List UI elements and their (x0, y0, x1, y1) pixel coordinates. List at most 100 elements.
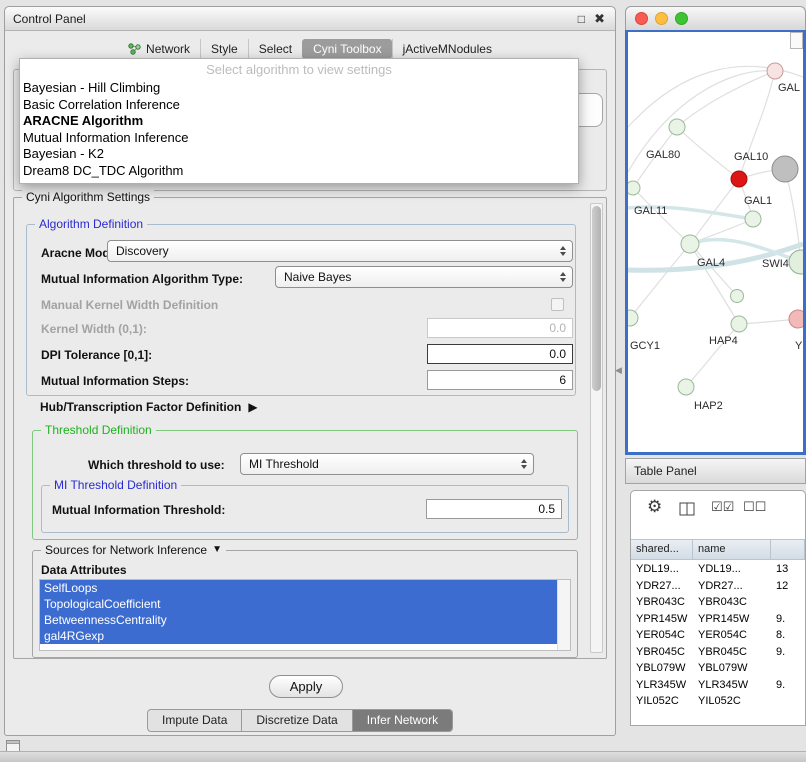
close-button[interactable] (635, 12, 648, 25)
table-row[interactable]: YDL19... YDL19... 13 (631, 561, 805, 578)
mi-steps-field[interactable]: 6 (427, 370, 573, 390)
tab-network[interactable]: Network (118, 39, 200, 59)
hub-section-label: Hub/Transcription Factor Definition (40, 400, 241, 414)
table-row[interactable]: YDR27... YDR27... 12 (631, 578, 805, 595)
dpi-tolerance-label: DPI Tolerance [0,1]: (41, 348, 152, 362)
dropdown-item[interactable]: Dream8 DC_TDC Algorithm (20, 163, 578, 180)
network-node[interactable] (678, 379, 694, 395)
mi-threshold-field[interactable]: 0.5 (426, 499, 562, 519)
network-canvas[interactable]: GAL GAL80 GAL10 GAL11 GAL1 SWI4 GAL4 GCY… (628, 32, 803, 452)
tab-discretize-data[interactable]: Discretize Data (241, 710, 351, 731)
kernel-width-label: Kernel Width (0,1): (41, 322, 147, 336)
algorithm-definition-group: Algorithm Definition Aracne Mode: Discov… (26, 224, 576, 396)
cell-name: YDR27... (693, 578, 771, 595)
dropdown-item-selected[interactable]: ARACNE Algorithm (20, 113, 578, 130)
network-node[interactable] (731, 316, 747, 332)
table-row[interactable]: YBL079W YBL079W (631, 660, 805, 677)
columns-icon[interactable] (679, 501, 696, 517)
node-label: GCY1 (630, 340, 660, 352)
table-row[interactable]: YPR145W YPR145W 9. (631, 611, 805, 628)
table-panel-header: Table Panel (625, 458, 806, 484)
float-window-icon[interactable]: □ (578, 7, 585, 31)
node-label: GAL10 (734, 151, 768, 163)
dropdown-item[interactable]: Mutual Information Inference (20, 130, 578, 147)
mi-threshold-label: Mutual Information Threshold: (52, 503, 225, 517)
manual-kernel-width-checkbox[interactable] (551, 298, 564, 311)
list-item[interactable]: TopologicalCoefficient (40, 596, 557, 612)
tab-label: jActiveMNodules (403, 42, 492, 56)
network-node[interactable] (789, 250, 803, 274)
combobox-value: Naive Bayes (284, 270, 351, 284)
network-node[interactable] (628, 310, 638, 326)
cell-shared-name: YER054C (631, 627, 693, 644)
network-node[interactable] (669, 119, 685, 135)
column-header-shared-name[interactable]: shared... (631, 540, 693, 559)
apply-button[interactable]: Apply (269, 675, 343, 698)
network-node[interactable] (772, 156, 798, 182)
tab-jactivemnodules[interactable]: jActiveMNodules (392, 39, 502, 59)
tab-style[interactable]: Style (200, 39, 248, 59)
network-view-window: GAL GAL80 GAL10 GAL11 GAL1 SWI4 GAL4 GCY… (625, 6, 806, 455)
list-item[interactable]: BetweennessCentrality (40, 612, 557, 628)
dropdown-placeholder: Select algorithm to view settings (20, 59, 578, 80)
network-node[interactable] (628, 181, 640, 195)
node-label: GAL11 (634, 205, 667, 217)
node-label: SWI4 (762, 258, 789, 270)
list-item[interactable]: SelfLoops (40, 580, 557, 596)
minimize-button[interactable] (655, 12, 668, 25)
network-view-frame: GAL GAL80 GAL10 GAL11 GAL1 SWI4 GAL4 GCY… (625, 30, 806, 455)
scrollbar-thumb[interactable] (592, 206, 601, 391)
table-row[interactable]: YBR043C YBR043C (631, 594, 805, 611)
dpi-tolerance-field[interactable]: 0.0 (427, 344, 573, 364)
algorithm-definition-title: Algorithm Definition (35, 217, 147, 231)
network-node-selected[interactable] (731, 171, 747, 187)
network-node[interactable] (767, 63, 783, 79)
dropdown-item[interactable]: Bayesian - K2 (20, 146, 578, 163)
mi-steps-label: Mutual Information Steps: (41, 374, 189, 388)
deselect-all-icon[interactable]: ☐☐ (743, 499, 766, 515)
select-all-icon[interactable]: ☑☑ (711, 499, 734, 515)
network-node[interactable] (745, 211, 761, 227)
settings-scrollbar[interactable] (590, 203, 603, 653)
table-row[interactable]: YLR345W YLR345W 9. (631, 677, 805, 694)
combobox-arrows-icon (560, 272, 566, 282)
gear-icon[interactable]: ⚙ (647, 497, 662, 517)
expand-right-icon[interactable]: ▶ (248, 400, 257, 414)
cell-name: YDL19... (693, 561, 771, 578)
network-node[interactable] (789, 310, 803, 328)
list-scrollbar[interactable] (557, 580, 570, 650)
cell-extra (771, 594, 805, 611)
collapse-down-icon[interactable]: ▼ (212, 543, 222, 557)
zoom-button[interactable] (675, 12, 688, 25)
aracne-mode-combobox[interactable]: Discovery (107, 240, 573, 262)
close-window-icon[interactable]: ✖ (594, 7, 605, 31)
splitter-collapse-icon[interactable]: ◀ (615, 365, 622, 376)
tab-infer-network[interactable]: Infer Network (352, 710, 452, 731)
tab-select[interactable]: Select (248, 39, 302, 59)
settings-group-title: Cyni Algorithm Settings (22, 190, 154, 204)
which-threshold-combobox[interactable]: MI Threshold (240, 453, 534, 475)
table-header-row: shared... name (631, 539, 805, 560)
network-node[interactable] (681, 235, 699, 253)
column-header-extra[interactable] (771, 540, 805, 559)
table-row[interactable]: YER054C YER054C 8. (631, 627, 805, 644)
dropdown-item[interactable]: Bayesian - Hill Climbing (20, 80, 578, 97)
list-item[interactable]: gal4RGexp (40, 628, 557, 644)
table-row[interactable]: YIL052C YIL052C (631, 693, 805, 710)
sources-group-title[interactable]: Sources for Network Inference ▼ (41, 543, 226, 557)
cell-shared-name: YBL079W (631, 660, 693, 677)
tab-cyni-toolbox[interactable]: Cyni Toolbox (302, 39, 391, 59)
table-row[interactable]: YBR045C YBR045C 9. (631, 644, 805, 661)
tab-impute-data[interactable]: Impute Data (148, 710, 241, 731)
dropdown-item[interactable]: Basic Correlation Inference (20, 97, 578, 114)
field-value: 0.0 (549, 347, 566, 361)
canvas-scrollbar-fragment[interactable] (790, 32, 803, 49)
tab-label: Network (146, 42, 190, 56)
kernel-width-field[interactable]: 0.0 (427, 318, 573, 338)
hub-transcription-factor-section[interactable]: Hub/Transcription Factor Definition ▶ (40, 400, 258, 414)
mi-algorithm-type-combobox[interactable]: Naive Bayes (275, 266, 573, 288)
table-panel: ⚙ ☑☑ ☐☐ shared... name YDL19... YDL19...… (630, 490, 806, 726)
network-node[interactable] (731, 290, 744, 303)
data-attributes-list[interactable]: SelfLoops TopologicalCoefficient Between… (39, 579, 571, 651)
column-header-name[interactable]: name (693, 540, 771, 559)
